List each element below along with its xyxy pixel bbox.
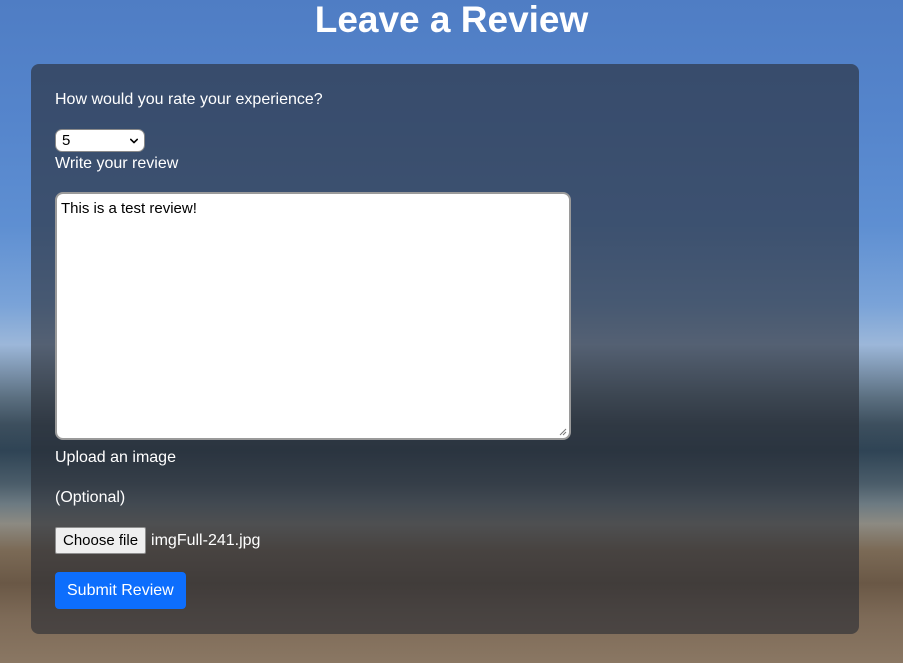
rating-select-value: 5 <box>62 132 71 149</box>
rating-label: How would you rate your experience? <box>55 91 323 108</box>
choose-file-button[interactable]: Choose file <box>55 527 147 554</box>
review-textarea-text: This is a test review! <box>61 200 197 217</box>
file-upload-row: Choose file imgFull-241.jpg <box>55 526 260 555</box>
review-label: Write your review <box>55 155 179 172</box>
submit-review-button[interactable]: Submit Review <box>55 572 186 609</box>
selected-file-name: imgFull-241.jpg <box>151 531 261 549</box>
review-textarea[interactable]: This is a test review! <box>55 192 571 440</box>
optional-label: (Optional) <box>55 489 126 506</box>
review-form-card: How would you rate your experience? 5 Wr… <box>31 64 859 634</box>
page-title: Leave a Review <box>314 0 589 40</box>
upload-label: Upload an image <box>55 449 176 466</box>
chevron-down-icon <box>130 138 138 143</box>
resize-grip-icon[interactable] <box>559 428 567 436</box>
rating-select[interactable]: 5 <box>55 129 145 152</box>
